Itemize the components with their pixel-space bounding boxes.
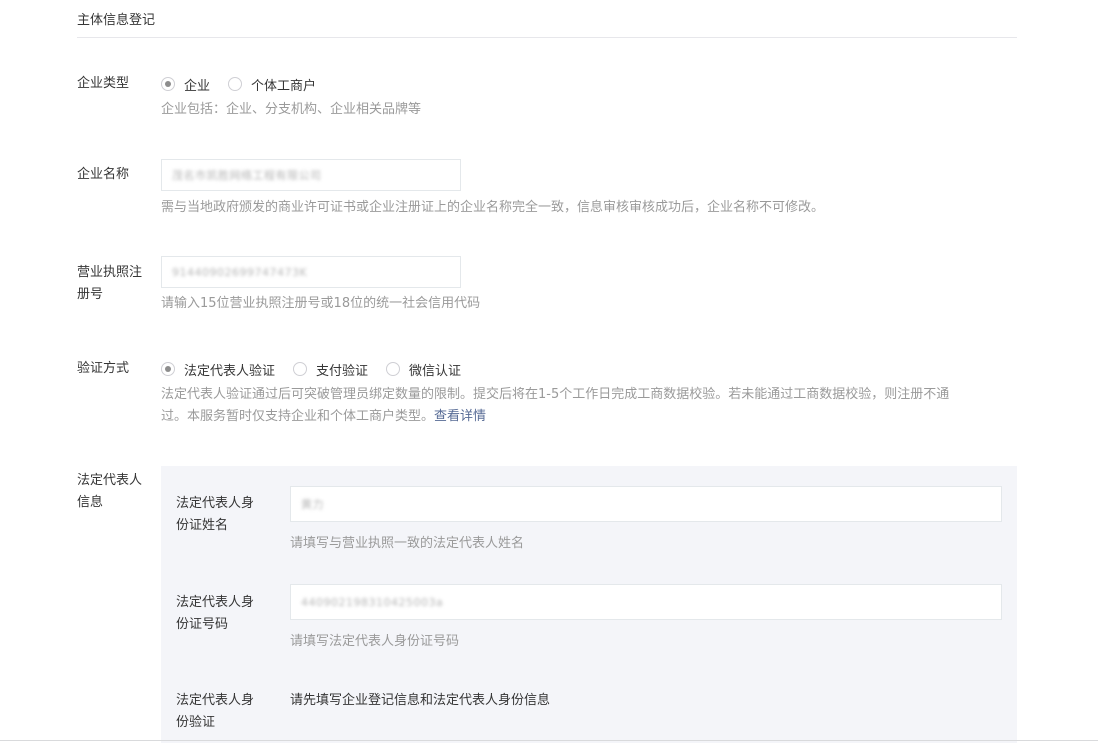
- legal-rep-name-label-line2: 份证姓名: [176, 518, 229, 533]
- legal-rep-id-label-line2: 份证号码: [176, 617, 229, 632]
- radio-legal-rep-verify-label: 法定代表人验证: [184, 363, 276, 379]
- enterprise-name-value: 茂名市凯胜网络工程有限公司: [172, 169, 322, 182]
- radio-enterprise[interactable]: 企业: [161, 75, 210, 94]
- license-tip: 请输入15位营业执照注册号或18位的统一社会信用代码: [161, 296, 481, 311]
- legal-rep-id-input[interactable]: 440902198310425003a: [290, 584, 1002, 620]
- radio-checked-icon[interactable]: [161, 362, 175, 376]
- radio-checked-icon[interactable]: [161, 77, 175, 91]
- legal-rep-name-label: 法定代表人身 份证姓名: [176, 493, 272, 537]
- radio-payment-verify[interactable]: 支付验证: [293, 360, 368, 379]
- radio-individual-business-label: 个体工商户: [251, 78, 317, 94]
- license-label-line2: 册号: [77, 287, 104, 302]
- legal-rep-info-label-line1: 法定代表人: [77, 473, 143, 488]
- verify-method-radio-group: 法定代表人验证 支付验证 微信认证: [161, 358, 479, 380]
- verify-tip-line2: 过。本服务暂时仅支持企业和个体工商户类型。查看详情: [161, 406, 1021, 428]
- enterprise-name-input[interactable]: 茂名市凯胜网络工程有限公司: [161, 159, 461, 191]
- verify-method-tip: 法定代表人验证通过后可突破管理员绑定数量的限制。提交后将在1-5个工作日完成工商…: [161, 384, 1021, 428]
- enterprise-type-label: 企业类型: [77, 76, 130, 91]
- license-label: 营业执照注 册号: [77, 262, 153, 306]
- license-number-input[interactable]: 91440902699747473K: [161, 256, 461, 288]
- legal-rep-verify-text: 请先填写企业登记信息和法定代表人身份信息: [290, 693, 551, 708]
- legal-rep-id-label-line1: 法定代表人身: [176, 595, 255, 610]
- radio-unchecked-icon[interactable]: [228, 77, 243, 91]
- legal-rep-id-tip: 请填写法定代表人身份证号码: [290, 634, 460, 649]
- legal-rep-id-value: 440902198310425003a: [301, 595, 444, 609]
- radio-unchecked-icon[interactable]: [386, 362, 401, 376]
- enterprise-type-radio-group: 企业 个体工商户: [161, 73, 334, 95]
- legal-rep-verify-label-line1: 法定代表人身: [176, 693, 255, 708]
- radio-individual-business[interactable]: 个体工商户: [228, 75, 316, 94]
- radio-wechat-verify-label: 微信认证: [409, 363, 462, 379]
- legal-rep-name-input[interactable]: 黄力: [290, 486, 1002, 522]
- license-number-value: 91440902699747473K: [172, 265, 308, 279]
- verify-tip-line1: 法定代表人验证通过后可突破管理员绑定数量的限制。提交后将在1-5个工作日完成工商…: [161, 387, 950, 402]
- enterprise-name-label: 企业名称: [77, 167, 130, 182]
- legal-rep-info-label: 法定代表人 信息: [77, 470, 153, 514]
- legal-rep-name-value: 黄力: [301, 498, 324, 511]
- enterprise-type-tip: 企业包括：企业、分支机构、企业相关品牌等: [161, 102, 422, 117]
- view-details-link[interactable]: 查看详情: [434, 409, 486, 424]
- legal-rep-name-label-line1: 法定代表人身: [176, 496, 255, 511]
- bottom-divider: [0, 740, 1098, 741]
- verify-method-label: 验证方式: [77, 361, 130, 376]
- radio-legal-rep-verify[interactable]: 法定代表人验证: [161, 360, 275, 379]
- legal-rep-id-label: 法定代表人身 份证号码: [176, 592, 272, 636]
- legal-rep-name-tip: 请填写与营业执照一致的法定代表人姓名: [290, 536, 525, 551]
- verify-tip-line2-text: 过。本服务暂时仅支持企业和个体工商户类型。: [161, 409, 435, 424]
- legal-rep-verify-label-line2: 份验证: [176, 715, 216, 730]
- enterprise-name-tip: 需与当地政府颁发的商业许可证书或企业注册证上的企业名称完全一致，信息审核审核成功…: [161, 200, 825, 215]
- radio-enterprise-label: 企业: [184, 78, 211, 94]
- radio-payment-verify-label: 支付验证: [316, 363, 369, 379]
- section-title: 主体信息登记: [77, 13, 156, 28]
- section-divider: [77, 37, 1017, 38]
- license-label-line1: 营业执照注: [77, 265, 143, 280]
- legal-rep-verify-label: 法定代表人身 份验证: [176, 690, 272, 734]
- legal-rep-info-label-line2: 信息: [77, 495, 104, 510]
- radio-wechat-verify[interactable]: 微信认证: [386, 360, 461, 379]
- radio-unchecked-icon[interactable]: [293, 362, 308, 376]
